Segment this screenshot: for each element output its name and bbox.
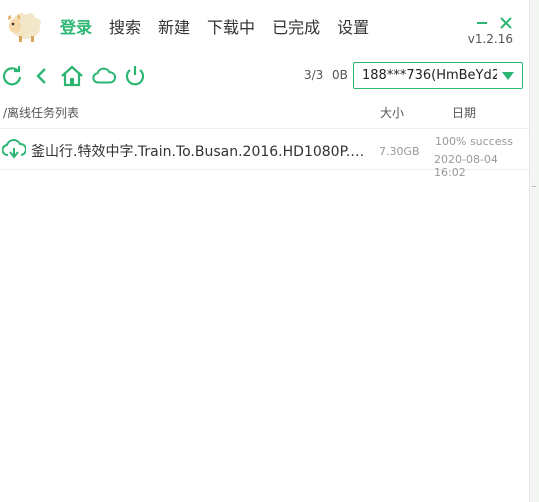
size-column-header[interactable]: 大小	[380, 104, 404, 121]
power-icon[interactable]	[123, 64, 147, 88]
dropdown-arrow-icon	[502, 72, 514, 80]
task-count: 3/3	[304, 68, 324, 82]
date-column-header[interactable]: 日期	[452, 104, 476, 121]
speed-bytes: 0B	[332, 68, 348, 82]
minimize-icon[interactable]	[473, 14, 491, 32]
table-header: /离线任务列表 大小 日期	[0, 100, 529, 122]
close-icon[interactable]	[497, 14, 515, 32]
version-label: v1.2.16	[467, 32, 513, 46]
app-window: 登录 搜索 新建 下载中 已完成 设置 v1.2.16 3/3 0B 188**…	[0, 0, 539, 502]
cloud-download-icon	[1, 139, 27, 161]
nav-search[interactable]: 搜索	[109, 14, 141, 38]
refresh-icon[interactable]	[0, 64, 24, 88]
toolbar: 3/3 0B 188***736(HmBeYd21p	[0, 60, 529, 92]
nav-completed[interactable]: 已完成	[272, 14, 320, 38]
header: 登录 搜索 新建 下载中 已完成 设置 v1.2.16	[0, 0, 529, 50]
nav-new[interactable]: 新建	[158, 14, 190, 38]
file-name: 釜山行.特效中字.Train.To.Busan.2016.HD1080P.X26…	[31, 144, 373, 160]
edge-mark	[532, 186, 536, 187]
nav-downloading[interactable]: 下载中	[207, 14, 255, 38]
task-date: 2020-08-04 16:02	[434, 153, 498, 179]
window-controls	[467, 14, 515, 32]
cloud-icon[interactable]	[92, 64, 116, 88]
home-icon[interactable]	[60, 64, 84, 88]
nav-login[interactable]: 登录	[60, 14, 92, 38]
sheep-logo-icon	[6, 8, 42, 44]
table-row[interactable]: 釜山行.特效中字.Train.To.Busan.2016.HD1080P.X26…	[0, 128, 529, 179]
file-size: 7.30GB	[379, 145, 420, 158]
account-value: 188***736(HmBeYd21p	[362, 68, 497, 83]
back-icon[interactable]	[30, 64, 54, 88]
task-status: 100% success	[435, 135, 513, 148]
path-breadcrumb: /离线任务列表	[3, 106, 80, 120]
account-select[interactable]: 188***736(HmBeYd21p	[353, 62, 523, 89]
background-window-edge	[529, 0, 539, 502]
main-nav: 登录 搜索 新建 下载中 已完成 设置	[60, 14, 386, 38]
nav-settings[interactable]: 设置	[337, 14, 369, 38]
